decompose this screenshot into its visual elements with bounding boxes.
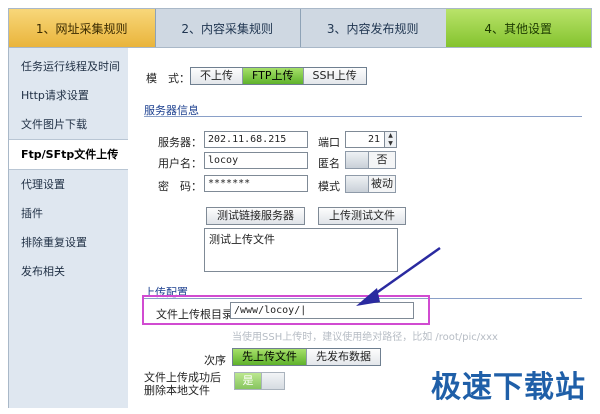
arrow-shaft (371, 246, 441, 298)
watermark-logo: 极速下载站 (431, 370, 586, 405)
annotation-arrow (356, 246, 441, 306)
arrow-head (356, 288, 380, 306)
